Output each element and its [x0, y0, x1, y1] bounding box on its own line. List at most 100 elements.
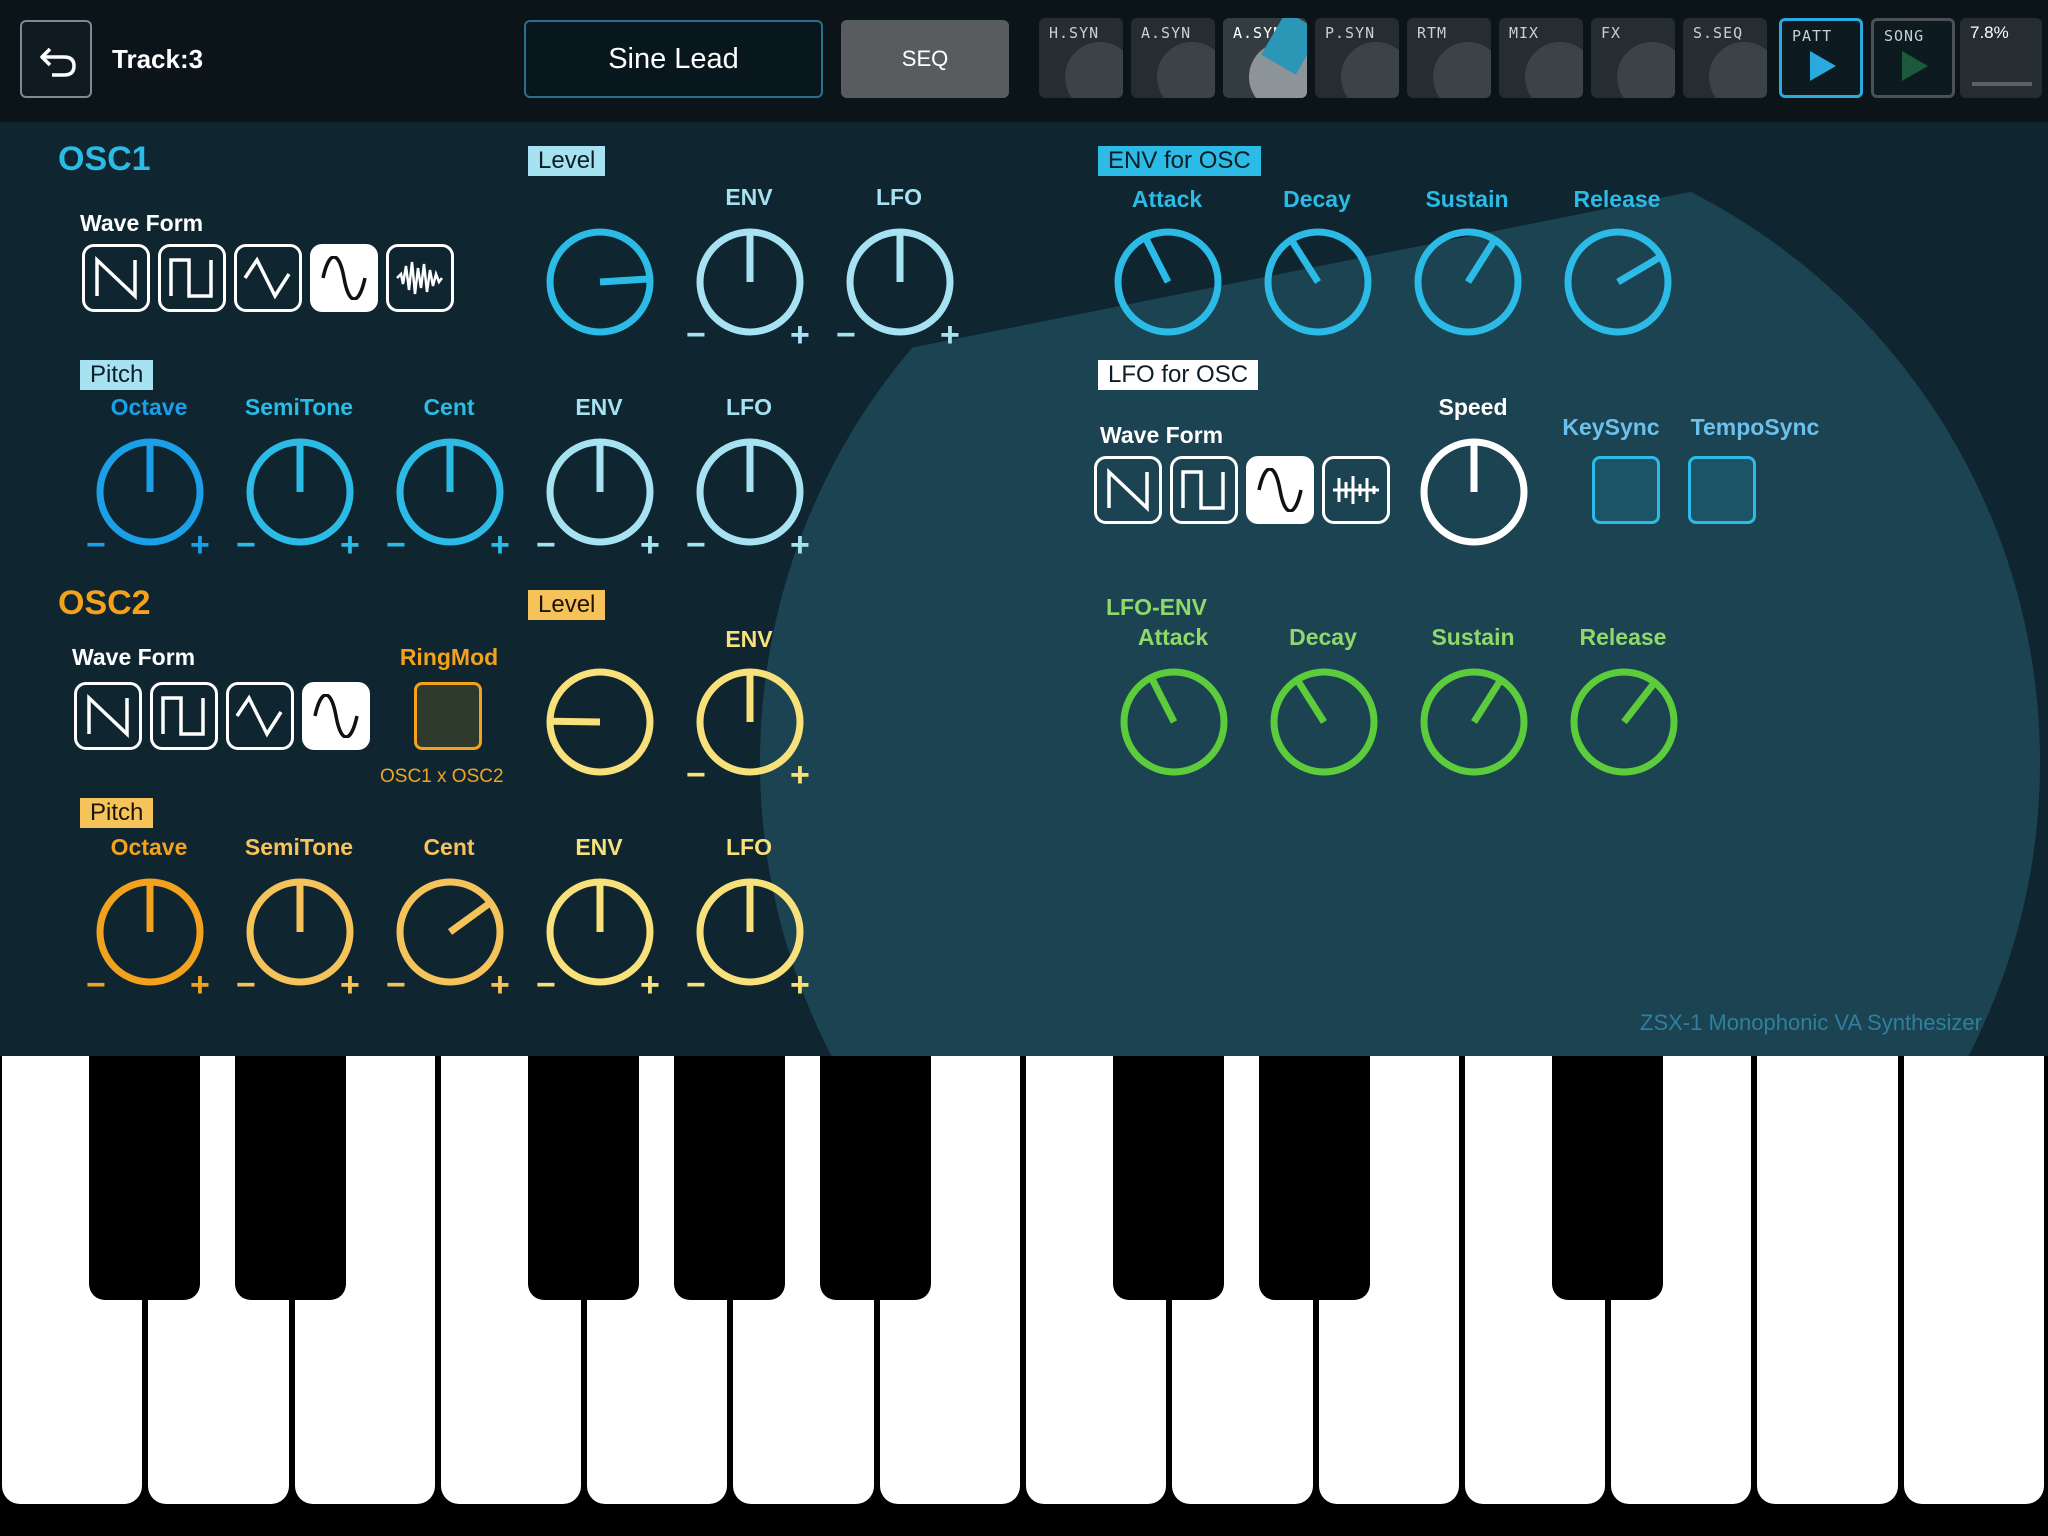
wave-triangle-button[interactable]	[234, 244, 302, 312]
lfo-wave-sine-button[interactable]	[1246, 456, 1314, 524]
black-key[interactable]	[673, 1056, 785, 1300]
lfo-wave-square-button[interactable]	[1170, 456, 1238, 524]
lfo-wave-sample-hold-button[interactable]	[1322, 456, 1390, 524]
tab-h-syn[interactable]: H.SYN	[1039, 18, 1123, 98]
temposync-label: TempoSync	[1690, 414, 1820, 440]
black-key[interactable]	[527, 1056, 639, 1300]
osc1-env-label: ENV	[725, 184, 773, 210]
square-wave-icon	[161, 696, 205, 736]
osc2-pitch-env-label: ENV	[575, 834, 623, 860]
keysync-toggle[interactable]	[1592, 456, 1660, 524]
piano-keyboard	[0, 1056, 2048, 1536]
knob-graphic	[1114, 228, 1222, 336]
wave-sine-button[interactable]	[302, 682, 370, 750]
seq-button[interactable]: SEQ	[841, 20, 1009, 98]
ringmod-label: RingMod	[399, 644, 499, 670]
minus-icon: −	[86, 966, 106, 1004]
tab-label: P.SYN	[1325, 24, 1376, 42]
lfo-wave-saw-button[interactable]	[1094, 456, 1162, 524]
sine-wave-icon	[313, 694, 359, 738]
osc2-cent-knob[interactable]: − +	[386, 872, 510, 1002]
lfo-env-title: LFO-ENV	[1106, 594, 1207, 620]
tab-mix[interactable]: MIX	[1499, 18, 1583, 98]
minus-icon: −	[686, 966, 706, 1004]
tab-deco-icon	[1709, 42, 1767, 98]
osc1-pitch-lfo-knob[interactable]: − +	[686, 432, 810, 562]
wave-square-button[interactable]	[150, 682, 218, 750]
keysync-label: KeySync	[1562, 414, 1660, 440]
env-decay-knob[interactable]	[1258, 222, 1378, 342]
osc1-cent-knob[interactable]: − +	[386, 432, 510, 562]
black-key[interactable]	[1258, 1056, 1371, 1300]
temposync-toggle[interactable]	[1688, 456, 1756, 524]
wave-saw-button[interactable]	[74, 682, 142, 750]
tab-patt[interactable]: PATT	[1779, 18, 1863, 98]
tab-rtm[interactable]: RTM	[1407, 18, 1491, 98]
wave-sine-button[interactable]	[310, 244, 378, 312]
osc1-lfo-knob[interactable]: − +	[836, 222, 960, 352]
lfo-env-sustain-knob[interactable]	[1414, 662, 1534, 782]
osc2-level-knob[interactable]	[540, 662, 660, 782]
black-key[interactable]	[234, 1056, 347, 1300]
env-attack-knob[interactable]	[1108, 222, 1228, 342]
square-wave-icon	[1181, 470, 1225, 510]
wave-triangle-button[interactable]	[226, 682, 294, 750]
osc1-pitch-env-knob[interactable]: − +	[536, 432, 660, 562]
tab-song[interactable]: SONG	[1871, 18, 1955, 98]
lfo-env-attack-knob[interactable]	[1114, 662, 1234, 782]
ringmod-toggle[interactable]	[414, 682, 482, 750]
osc1-env-knob[interactable]: − +	[686, 222, 810, 352]
minus-icon: −	[686, 316, 706, 354]
osc2-pitch-env-knob[interactable]: − +	[536, 872, 660, 1002]
lfo-env-release-knob[interactable]	[1564, 662, 1684, 782]
plus-icon: +	[940, 316, 960, 354]
tab-label: H.SYN	[1049, 24, 1100, 42]
tab-s-seq[interactable]: S.SEQ	[1683, 18, 1767, 98]
wave-saw-button[interactable]	[82, 244, 150, 312]
play-icon	[1810, 51, 1836, 81]
osc2-pitch-lfo-knob[interactable]: − +	[686, 872, 810, 1002]
black-key[interactable]	[88, 1056, 200, 1300]
tab-a-syn-1[interactable]: A.SYN	[1131, 18, 1215, 98]
knob-indicator	[1465, 239, 1497, 284]
wave-square-button[interactable]	[158, 244, 226, 312]
plus-icon: +	[640, 966, 660, 1004]
plus-icon: +	[640, 526, 660, 564]
saw-wave-icon	[1107, 468, 1149, 512]
tab-deco-icon	[1065, 42, 1123, 98]
tab-deco-icon	[1157, 42, 1215, 98]
osc1-octave-knob[interactable]: − +	[86, 432, 210, 562]
patch-name-field[interactable]: Sine Lead	[524, 20, 823, 98]
plus-icon: +	[190, 526, 210, 564]
osc1-level-knob[interactable]	[540, 222, 660, 342]
wave-noise-button[interactable]	[386, 244, 454, 312]
tab-fx[interactable]: FX	[1591, 18, 1675, 98]
lfo-env-decay-knob[interactable]	[1264, 662, 1384, 782]
tab-a-syn-2[interactable]: A.SYN	[1223, 18, 1307, 98]
minus-icon: −	[536, 966, 556, 1004]
knob-graphic	[546, 228, 654, 336]
osc2-octave-knob[interactable]: − +	[86, 872, 210, 1002]
osc2-semitone-label: SemiTone	[244, 834, 354, 860]
knob-indicator	[1149, 677, 1178, 724]
tab-p-syn[interactable]: P.SYN	[1315, 18, 1399, 98]
knob-graphic	[1564, 228, 1672, 336]
black-key[interactable]	[820, 1056, 932, 1300]
black-key[interactable]	[1112, 1056, 1224, 1300]
env-sustain-knob[interactable]	[1408, 222, 1528, 342]
knob-indicator	[1289, 239, 1321, 284]
knob-indicator	[599, 275, 649, 286]
black-key[interactable]	[1551, 1056, 1663, 1300]
triangle-wave-icon	[243, 256, 291, 300]
osc1-title: OSC1	[58, 140, 151, 178]
lfo-speed-knob[interactable]	[1414, 432, 1534, 552]
osc1-pitch-env-label: ENV	[575, 394, 623, 420]
osc2-env-knob[interactable]: − +	[686, 662, 810, 792]
env-release-knob[interactable]	[1558, 222, 1678, 342]
white-key[interactable]	[1757, 1056, 1898, 1504]
osc1-semitone-knob[interactable]: − +	[236, 432, 360, 562]
back-button[interactable]	[20, 20, 92, 98]
white-key[interactable]	[1903, 1056, 2044, 1504]
osc2-semitone-knob[interactable]: − +	[236, 872, 360, 1002]
knob-indicator	[551, 717, 601, 726]
